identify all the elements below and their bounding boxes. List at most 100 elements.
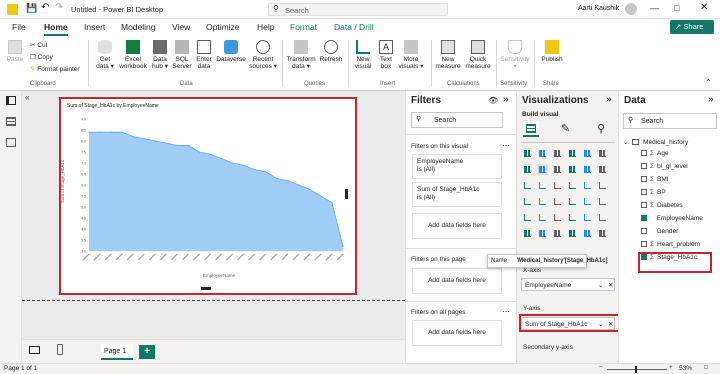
data-hub-button[interactable]: Data hub ▾	[150, 40, 170, 70]
donut-visual-icon[interactable]	[582, 180, 593, 191]
field-item[interactable]: Σ Age	[641, 150, 669, 157]
data-point[interactable]	[298, 184, 300, 186]
python-visual-icon[interactable]	[597, 212, 608, 223]
card-visual-icon[interactable]	[582, 196, 593, 207]
quick-measure-button[interactable]: Quick measure	[464, 40, 492, 70]
dataverse-button[interactable]: Dataverse	[215, 40, 247, 63]
checkbox[interactable]	[641, 176, 647, 182]
matrix-visual-icon[interactable]	[567, 212, 578, 223]
data-point[interactable]	[132, 136, 134, 138]
search-box[interactable]: ⚲ Search	[268, 3, 448, 16]
waterfall-visual-icon[interactable]	[522, 180, 533, 191]
zoom-in-icon[interactable]: +	[669, 364, 673, 371]
report-view-icon[interactable]	[6, 96, 16, 105]
table-visual-icon[interactable]	[552, 212, 563, 223]
filter-card-stage[interactable]: Sum of Stage_HbA1c is (All)	[412, 182, 502, 207]
checkbox[interactable]	[641, 202, 647, 208]
data-point[interactable]	[254, 169, 256, 171]
mobile-layout-icon[interactable]	[57, 344, 63, 355]
checkbox[interactable]	[641, 228, 647, 234]
scatter-visual-icon[interactable]	[552, 180, 563, 191]
field-item[interactable]: Gender	[641, 228, 678, 235]
clustered-bar-visual-icon[interactable]	[552, 148, 563, 159]
tab-file[interactable]: File	[12, 22, 26, 32]
close-icon[interactable]: ✕	[700, 2, 708, 13]
area-fill[interactable]	[89, 132, 343, 251]
collapse-data-icon[interactable]: »	[708, 94, 714, 105]
get-data-button[interactable]: Get data ▾	[94, 40, 116, 70]
kpi-visual-icon[interactable]	[522, 212, 533, 223]
sensitivity-button[interactable]: Sensitivity ▾	[499, 40, 531, 70]
paginated-visual-icon[interactable]	[582, 228, 593, 239]
data-point[interactable]	[154, 140, 156, 142]
area-visual-icon[interactable]	[537, 164, 548, 175]
x-axis-well[interactable]: EmployeeName ⌄ ✕	[521, 278, 615, 291]
more-visuals-button[interactable]: More visuals ▾	[398, 40, 424, 70]
checkbox[interactable]	[641, 189, 647, 195]
remove-field-icon[interactable]: ✕	[608, 281, 613, 289]
zoom-slider-thumb[interactable]	[635, 366, 637, 373]
field-item[interactable]: EmployeeName	[641, 215, 703, 222]
ribbon-visual-icon[interactable]	[597, 164, 608, 175]
data-point[interactable]	[176, 144, 178, 146]
add-page-button[interactable]: +	[139, 345, 155, 359]
table-view-icon[interactable]	[6, 117, 16, 126]
add-fields-visual-dropzone[interactable]: Add data fields here	[412, 213, 502, 239]
tab-data-drill[interactable]: Data / Drill	[334, 22, 374, 32]
resize-handle[interactable]	[345, 189, 348, 199]
data-point[interactable]	[331, 202, 333, 204]
data-point[interactable]	[99, 131, 101, 133]
eye-icon[interactable]: 👁	[488, 96, 498, 105]
paste-button[interactable]: Paste	[5, 40, 25, 63]
field-item[interactable]: Σ BP	[641, 189, 666, 196]
treemap-visual-icon[interactable]	[597, 180, 608, 191]
stacked-column-visual-icon[interactable]	[537, 148, 548, 159]
data-point[interactable]	[243, 164, 245, 166]
more-visual-icon[interactable]	[597, 228, 608, 239]
data-point[interactable]	[320, 195, 322, 197]
tab-format[interactable]: Format	[290, 22, 317, 32]
collapse-ribbon-icon[interactable]: ⌃	[705, 78, 712, 87]
collapse-viz-icon[interactable]: »	[606, 94, 612, 105]
decomp-tree-visual-icon[interactable]	[537, 228, 548, 239]
field-item[interactable]: Σ Diabetes	[641, 202, 683, 209]
filled-map-visual-icon[interactable]	[537, 196, 548, 207]
tab-home[interactable]: Home	[44, 22, 68, 32]
table-medical-history[interactable]: ⌄ Medical_history	[623, 138, 688, 146]
100-column-visual-icon[interactable]	[597, 148, 608, 159]
qa-visual-icon[interactable]	[552, 228, 563, 239]
page-tab-1[interactable]: Page 1	[101, 344, 133, 360]
new-visual-button[interactable]: New visual	[352, 40, 374, 70]
add-fields-all-dropzone[interactable]: Add data fields here	[412, 320, 502, 346]
line-column-visual-icon[interactable]	[567, 164, 578, 175]
share-button[interactable]: ↗ Share	[670, 20, 714, 34]
data-point[interactable]	[287, 180, 289, 182]
field-item[interactable]: Σ Stage_HbA1c	[641, 254, 697, 261]
data-point[interactable]	[165, 142, 167, 144]
line-visual-icon[interactable]	[522, 164, 533, 175]
gauge-visual-icon[interactable]	[567, 196, 578, 207]
data-point[interactable]	[209, 153, 212, 155]
analytics-icon[interactable]: ⚲	[597, 122, 605, 135]
data-point[interactable]	[342, 246, 344, 248]
enter-data-button[interactable]: Enter data	[195, 40, 213, 70]
data-search[interactable]: ⚲ Search	[623, 113, 717, 129]
publish-button[interactable]: Publish	[538, 40, 566, 63]
fit-page-icon[interactable]: □	[704, 364, 708, 371]
excel-button[interactable]: Excel workbook	[117, 40, 149, 70]
data-point[interactable]	[121, 131, 123, 133]
filter-card-employee[interactable]: EmployeeName is (All)	[412, 154, 502, 179]
undo-icon[interactable]: ↶	[41, 2, 49, 13]
narrative-visual-icon[interactable]	[567, 228, 578, 239]
data-point[interactable]	[143, 138, 145, 140]
azure-map-visual-icon[interactable]	[552, 196, 563, 207]
stacked-bar-visual-icon[interactable]	[522, 148, 533, 159]
data-point[interactable]	[110, 131, 112, 133]
copy-button[interactable]: ❐ Copy	[30, 53, 53, 61]
zoom-out-icon[interactable]: −	[599, 364, 603, 371]
maximize-icon[interactable]: □	[674, 3, 679, 13]
multi-card-visual-icon[interactable]	[597, 196, 608, 207]
more-options-icon[interactable]: ⋯	[502, 307, 510, 316]
text-box-button[interactable]: A Text box	[376, 40, 396, 70]
pie-visual-icon[interactable]	[567, 180, 578, 191]
